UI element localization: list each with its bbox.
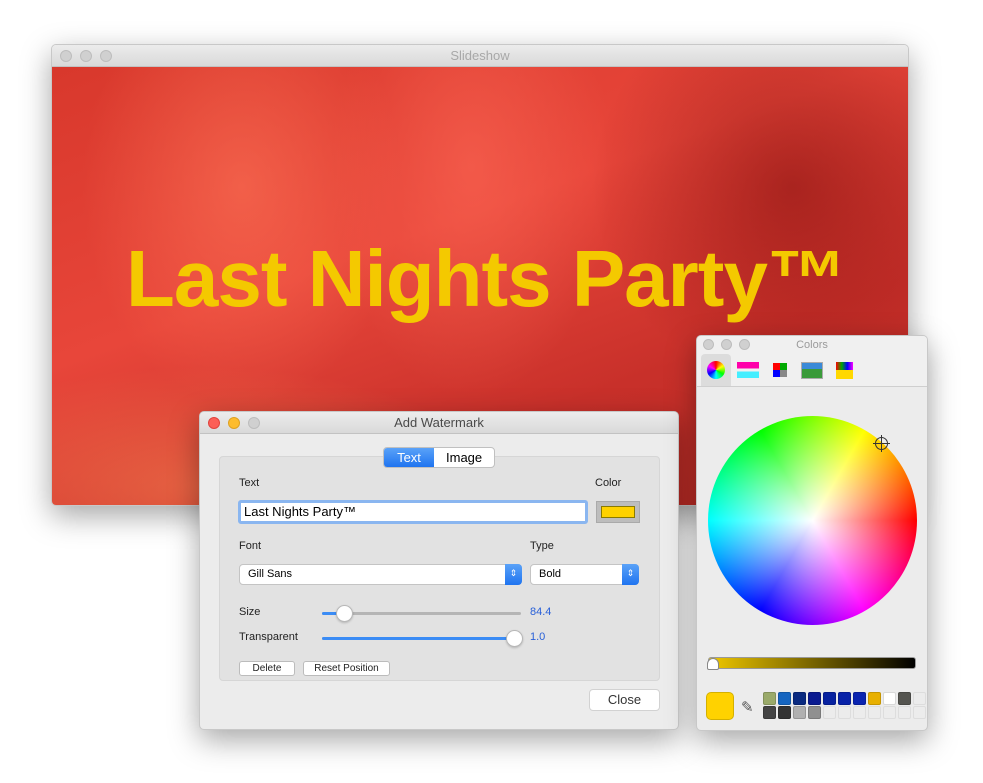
color-swatch[interactable] (838, 706, 851, 719)
color-swatch[interactable] (793, 706, 806, 719)
color-swatch[interactable] (823, 706, 836, 719)
font-select[interactable]: Gill Sans ⇕ (239, 564, 522, 585)
color-swatch[interactable] (763, 706, 776, 719)
reset-position-button[interactable]: Reset Position (303, 661, 390, 676)
add-watermark-dialog: Add Watermark Text Image Text Color Last… (199, 411, 679, 730)
slider-knob[interactable] (707, 658, 719, 670)
type-label: Type (530, 540, 554, 552)
brightness-slider[interactable] (707, 657, 916, 670)
palette-grid-icon (773, 363, 787, 377)
current-color-swatch[interactable] (706, 692, 734, 720)
slider-knob[interactable] (336, 605, 353, 622)
color-label: Color (595, 477, 622, 489)
color-swatch[interactable] (763, 692, 776, 705)
window-title: Slideshow (450, 48, 510, 63)
color-wheel-tab[interactable] (701, 354, 731, 386)
size-value: 84.4 (530, 606, 552, 618)
color-swatch[interactable] (853, 692, 866, 705)
chevron-up-down-icon: ⇕ (622, 564, 639, 585)
tab-control: Text Image (383, 447, 496, 468)
color-swatch[interactable] (913, 692, 926, 705)
color-palettes-tab[interactable] (765, 354, 795, 386)
slider-knob[interactable] (506, 630, 523, 647)
tab-image[interactable]: Image (434, 448, 494, 467)
tab-text[interactable]: Text (384, 448, 434, 467)
color-swatch[interactable] (883, 706, 896, 719)
title-bar: Colors (697, 336, 927, 354)
color-swatch[interactable] (898, 692, 911, 705)
color-swatch[interactable] (868, 692, 881, 705)
color-swatch[interactable] (883, 692, 896, 705)
sliders-icon (737, 362, 759, 378)
color-well[interactable] (596, 501, 640, 523)
title-bar: Add Watermark (200, 412, 678, 434)
transparent-label: Transparent (239, 631, 298, 643)
color-swatch[interactable] (898, 706, 911, 719)
type-select[interactable]: Bold ⇕ (530, 564, 639, 585)
crayons-icon (835, 361, 853, 379)
watermark-text[interactable]: Last Nights Party™ (126, 233, 847, 325)
color-swatch[interactable] (853, 706, 866, 719)
title-bar: Slideshow (52, 45, 908, 67)
colors-panel: Colors ✎ (696, 335, 928, 731)
eyedropper-icon[interactable]: ✎ (741, 698, 754, 716)
chevron-up-down-icon: ⇕ (505, 564, 522, 585)
minimize-window-button[interactable] (80, 50, 92, 62)
color-swatch[interactable] (808, 692, 821, 705)
color-swatch[interactable] (808, 706, 821, 719)
color-swatch[interactable] (868, 706, 881, 719)
color-swatch[interactable] (823, 692, 836, 705)
color-swatch[interactable] (838, 692, 851, 705)
swatch-grid (763, 692, 927, 719)
close-window-button[interactable] (60, 50, 72, 62)
transparent-value: 1.0 (530, 631, 546, 643)
text-label: Text (239, 477, 260, 489)
crayons-tab[interactable] (829, 354, 859, 386)
size-slider[interactable] (322, 605, 521, 622)
color-mode-toolbar (697, 354, 927, 387)
font-label: Font (239, 540, 262, 552)
image-icon (801, 361, 823, 379)
watermark-text-input[interactable]: Last Nights Party™ (238, 500, 588, 524)
zoom-window-button[interactable] (739, 339, 750, 350)
zoom-window-button[interactable] (100, 50, 112, 62)
minimize-window-button[interactable] (721, 339, 732, 350)
close-window-button[interactable] (703, 339, 714, 350)
window-title: Colors (796, 339, 828, 351)
minimize-window-button[interactable] (228, 417, 240, 429)
color-sliders-tab[interactable] (733, 354, 763, 386)
size-label: Size (239, 606, 261, 618)
window-title: Add Watermark (394, 415, 484, 430)
color-swatch[interactable] (778, 692, 791, 705)
transparent-slider[interactable] (322, 630, 523, 647)
close-button[interactable]: Close (589, 689, 660, 711)
color-wheel-icon (707, 361, 725, 379)
color-swatch[interactable] (913, 706, 926, 719)
color-swatch[interactable] (778, 706, 791, 719)
close-window-button[interactable] (208, 417, 220, 429)
crosshair-cursor[interactable] (873, 435, 890, 452)
type-value: Bold (539, 568, 562, 580)
font-value: Gill Sans (248, 568, 293, 580)
zoom-window-button[interactable] (248, 417, 260, 429)
image-palettes-tab[interactable] (797, 354, 827, 386)
color-swatch[interactable] (793, 692, 806, 705)
delete-button[interactable]: Delete (239, 661, 295, 676)
